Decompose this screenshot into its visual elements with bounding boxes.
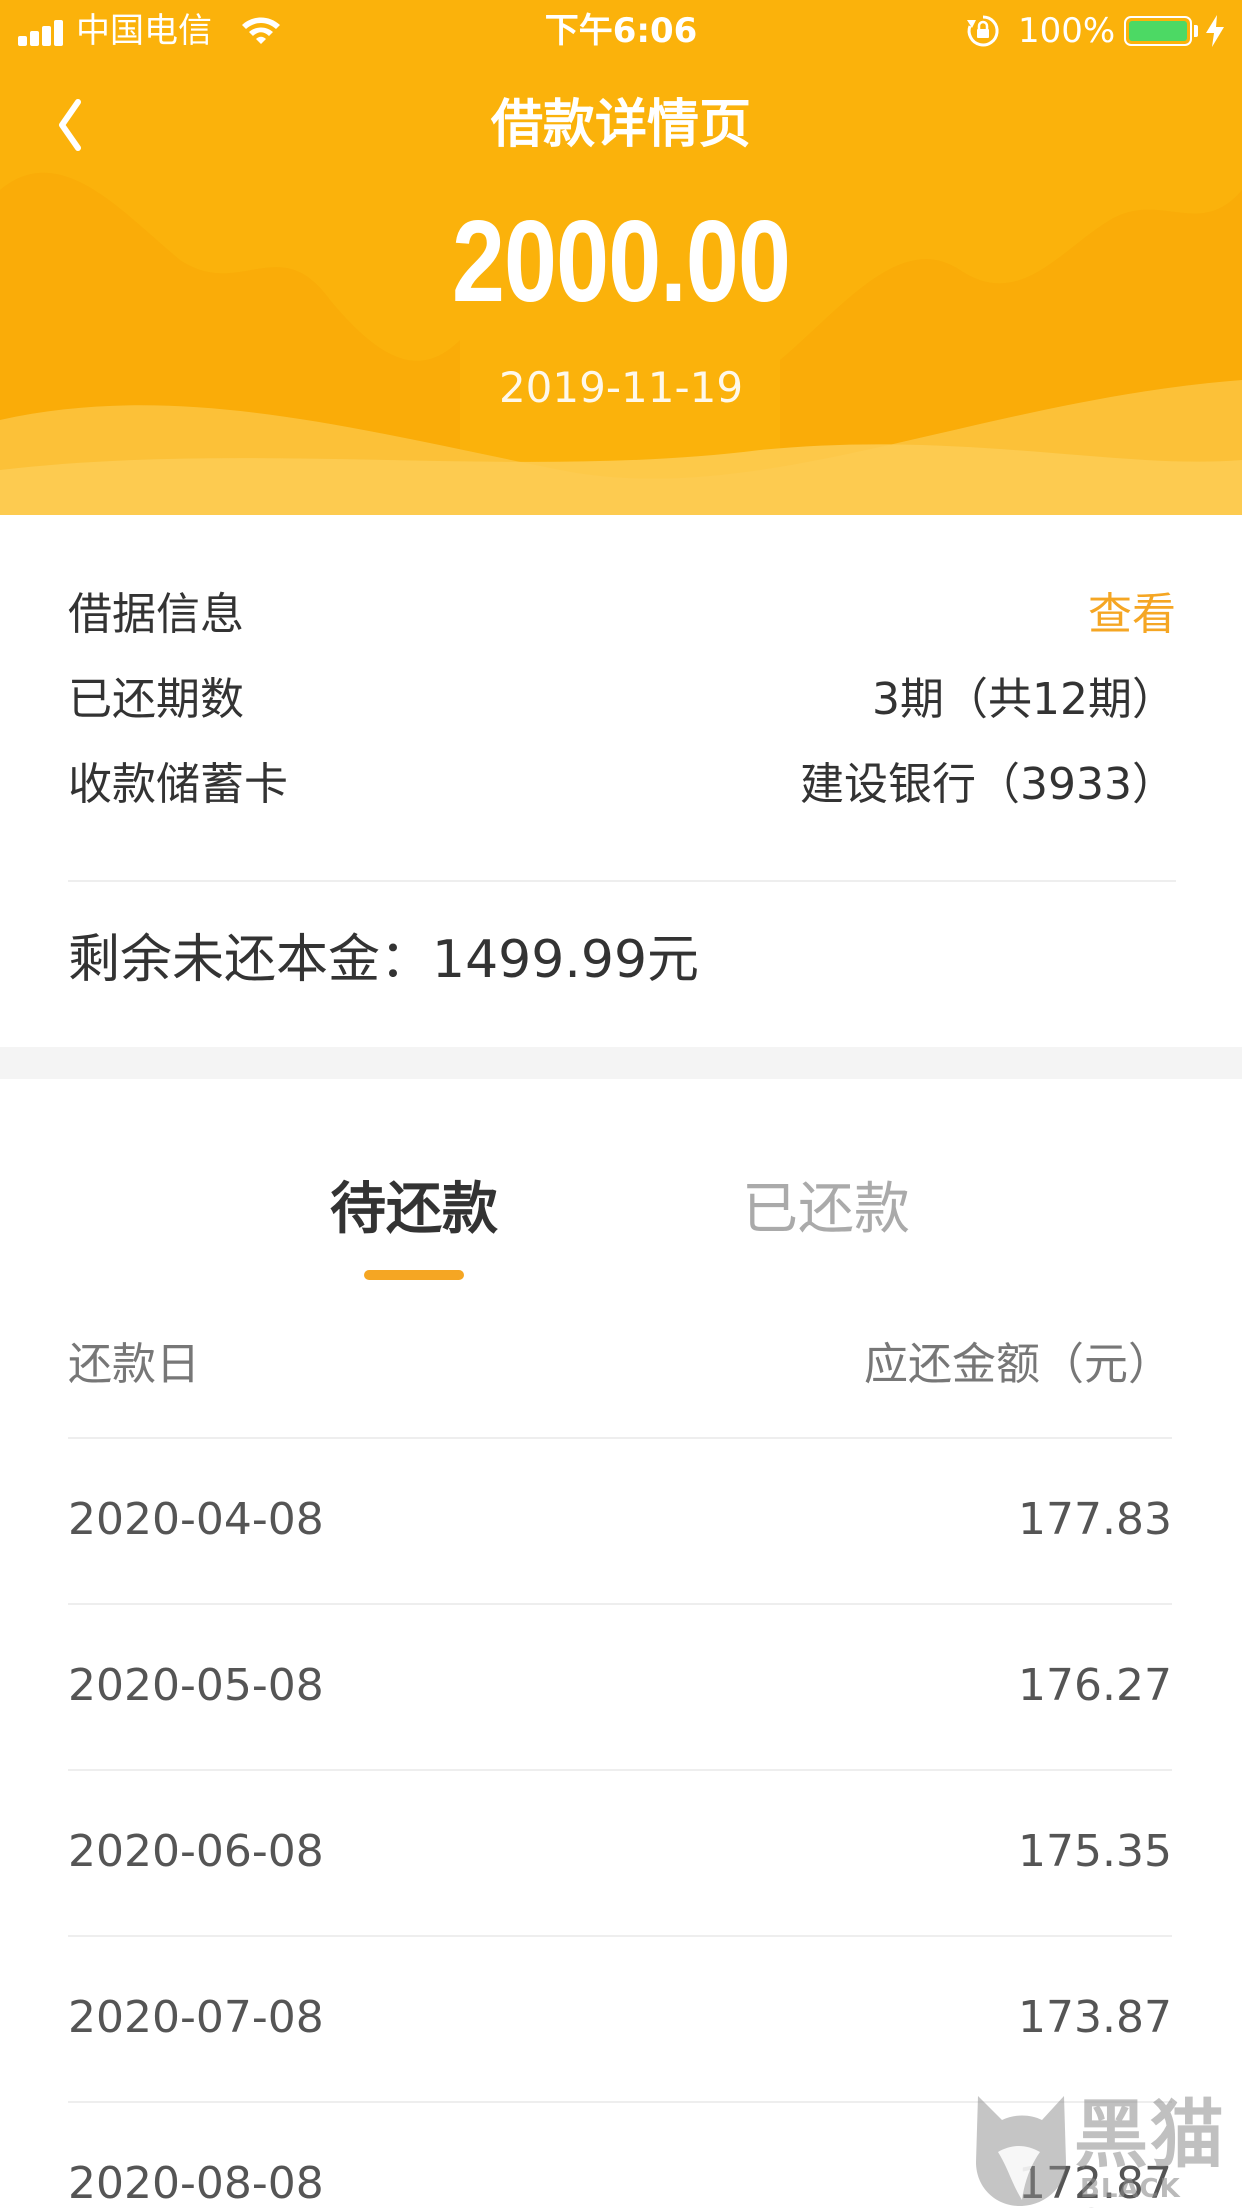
battery-icon xyxy=(1124,16,1192,46)
repayment-amount: 175.35 xyxy=(1018,1826,1172,1877)
loan-amount: 2000.00 xyxy=(451,196,791,326)
paid-periods-label: 已还期数 xyxy=(68,674,244,725)
repayment-date: 2020-04-08 xyxy=(68,1494,324,1545)
repayment-amount: 176.27 xyxy=(1018,1660,1172,1711)
debit-card-label: 收款储蓄卡 xyxy=(68,759,288,810)
schedule-header: 还款日 应还金额（元） xyxy=(68,1330,1172,1400)
table-row: 2020-07-08 173.87 xyxy=(68,1937,1172,2103)
repayment-amount: 173.87 xyxy=(1018,1992,1172,2043)
table-row: 2020-05-08 176.27 xyxy=(68,1605,1172,1771)
debit-card-value: 建设银行（3933） xyxy=(800,759,1176,810)
tab-pending-repayment[interactable]: 待还款 xyxy=(214,1175,614,1245)
battery-level xyxy=(1129,21,1187,41)
rotation-lock-icon xyxy=(967,15,999,47)
info-row-periods: 已还期数 3期（共12期） xyxy=(68,670,1176,730)
info-row-card: 收款储蓄卡 建设银行（3933） xyxy=(68,755,1176,815)
receipt-info-label: 借据信息 xyxy=(68,589,244,640)
repayment-amount: 172.87 xyxy=(1018,2158,1172,2208)
page-title: 借款详情页 xyxy=(490,95,751,155)
charging-icon xyxy=(1206,15,1224,47)
remaining-principal: 剩余未还本金：1499.99元 xyxy=(68,930,700,990)
battery-tip xyxy=(1194,25,1198,37)
info-row-receipt: 借据信息 查看 xyxy=(68,585,1176,645)
loan-detail-page: 中国电信 下午6:06 100% 借款详情页 2000.00 2019-11-1… xyxy=(0,0,1242,2208)
repayment-date: 2020-05-08 xyxy=(68,1660,324,1711)
table-row: 2020-04-08 177.83 xyxy=(68,1439,1172,1605)
paid-periods-value: 3期（共12期） xyxy=(872,674,1176,725)
repayment-date: 2020-08-08 xyxy=(68,2158,324,2208)
info-divider xyxy=(68,880,1176,882)
repayment-amount-header: 应还金额（元） xyxy=(864,1339,1172,1390)
loan-date: 2019-11-19 xyxy=(498,363,744,412)
table-row: 2020-06-08 175.35 xyxy=(68,1771,1172,1937)
status-bar: 中国电信 下午6:06 100% xyxy=(0,0,1242,62)
loan-header: 中国电信 下午6:06 100% 借款详情页 2000.00 2019-11-1… xyxy=(0,0,1242,515)
section-gap xyxy=(0,1047,1242,1079)
battery-percent: 100% xyxy=(1018,11,1116,51)
repayment-date: 2020-07-08 xyxy=(68,1992,324,2043)
tab-paid-repayment[interactable]: 已还款 xyxy=(626,1175,1026,1245)
repayment-date: 2020-06-08 xyxy=(68,1826,324,1877)
loan-info-section: 借据信息 查看 已还期数 3期（共12期） 收款储蓄卡 建设银行（3933） 剩… xyxy=(0,515,1242,1047)
view-receipt-link[interactable]: 查看 xyxy=(1088,585,1176,645)
repayment-amount: 177.83 xyxy=(1018,1494,1172,1545)
table-row: 2020-08-08 172.87 xyxy=(68,2103,1172,2208)
repayment-tabs: 待还款 已还款 xyxy=(0,1079,1242,1289)
schedule-rows: 2020-04-08 177.83 2020-05-08 176.27 2020… xyxy=(68,1439,1172,2208)
repayment-date-header: 还款日 xyxy=(68,1339,200,1390)
active-tab-indicator xyxy=(364,1270,464,1280)
